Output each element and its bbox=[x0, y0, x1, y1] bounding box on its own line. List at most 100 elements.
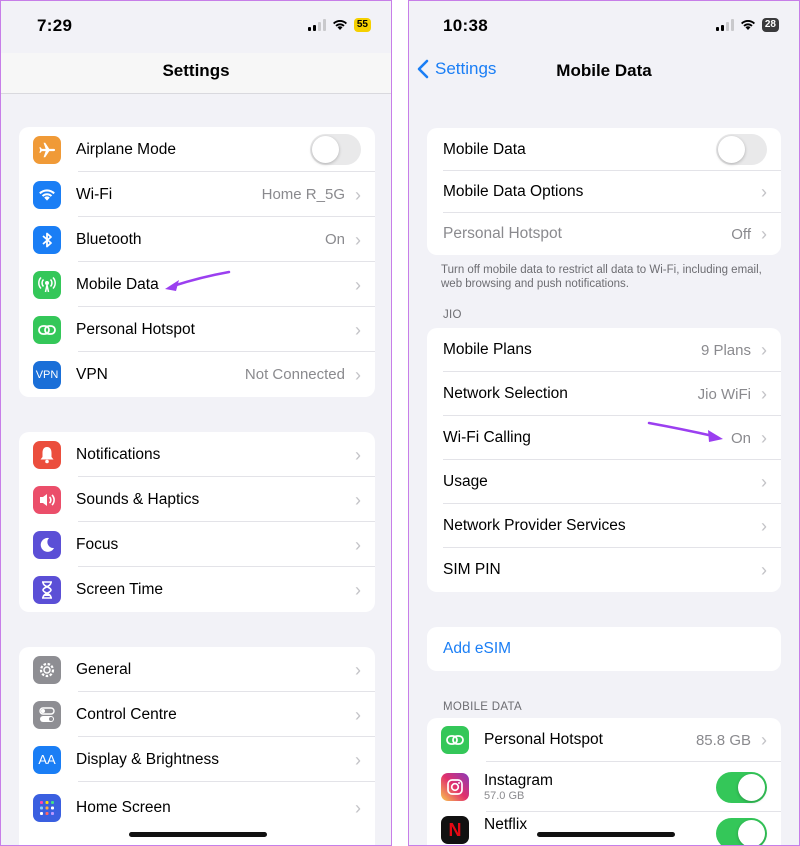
netflix-toggle[interactable] bbox=[716, 818, 767, 845]
airplane-mode-row[interactable]: Airplane Mode bbox=[19, 127, 375, 172]
add-esim-group: Add eSIM bbox=[427, 627, 781, 671]
wifi-status-icon bbox=[332, 20, 347, 30]
row-label: VPN bbox=[76, 365, 108, 383]
chevron-right-icon: › bbox=[761, 384, 767, 404]
general-group: General › Control Centre › AA Display & … bbox=[19, 647, 375, 845]
control-centre-row[interactable]: Control Centre › bbox=[19, 692, 375, 737]
row-label: Notifications bbox=[76, 445, 161, 463]
network-value: Jio WiFi bbox=[697, 385, 751, 403]
row-label: General bbox=[76, 660, 132, 678]
back-label: Settings bbox=[435, 59, 497, 78]
focus-row[interactable]: Focus › bbox=[19, 522, 375, 567]
chevron-right-icon: › bbox=[761, 340, 767, 360]
row-label: Sounds & Haptics bbox=[76, 490, 200, 508]
row-label: Airplane Mode bbox=[76, 140, 176, 158]
chevron-right-icon: › bbox=[355, 274, 361, 295]
display-brightness-row[interactable]: AA Display & Brightness › bbox=[19, 737, 375, 782]
hotspot-icon bbox=[33, 315, 61, 344]
text-size-icon: AA bbox=[33, 745, 61, 774]
nav-bar: Settings bbox=[1, 53, 391, 94]
add-esim-button[interactable]: Add eSIM bbox=[427, 627, 781, 671]
row-label: Focus bbox=[76, 535, 119, 553]
mobile-data-group: Mobile Data Mobile Data Options › Person… bbox=[427, 128, 781, 255]
wifi-calling-row[interactable]: Wi-Fi Calling On › bbox=[427, 416, 781, 460]
chevron-left-icon bbox=[417, 59, 429, 79]
wifi-value: Home R_5G bbox=[261, 186, 345, 203]
wifi-icon bbox=[33, 180, 61, 209]
app-row-instagram[interactable]: Instagram 57.0 GB bbox=[427, 762, 781, 812]
airplane-mode-toggle[interactable] bbox=[310, 134, 361, 165]
signal-icon bbox=[715, 19, 734, 31]
row-label: Bluetooth bbox=[76, 230, 142, 248]
antenna-icon bbox=[33, 270, 61, 299]
chevron-right-icon: › bbox=[761, 560, 767, 580]
usage-row[interactable]: Usage › bbox=[427, 460, 781, 504]
personal-hotspot-row[interactable]: Personal Hotspot › bbox=[19, 307, 375, 352]
chevron-right-icon: › bbox=[355, 364, 361, 385]
status-time: 7:29 bbox=[37, 16, 73, 35]
annotation-arrow bbox=[647, 421, 723, 442]
instagram-toggle[interactable] bbox=[716, 771, 767, 803]
jio-group: Mobile Plans 9 Plans › Network Selection… bbox=[427, 328, 781, 592]
nav-bar: Mobile Data Settings bbox=[409, 53, 799, 93]
connectivity-group: Airplane Mode Wi-Fi Home R_5G › Bluetoot… bbox=[19, 127, 375, 397]
airplane-icon bbox=[33, 135, 61, 164]
hotspot-icon bbox=[441, 726, 469, 754]
row-label: Instagram bbox=[484, 772, 553, 789]
home-screen-row[interactable]: Home Screen › bbox=[19, 782, 375, 834]
app-row-netflix[interactable]: N Netflix bbox=[427, 812, 781, 845]
bell-icon bbox=[33, 440, 61, 469]
wifi-calling-value: On bbox=[730, 429, 751, 447]
sounds-haptics-row[interactable]: Sounds & Haptics › bbox=[19, 477, 375, 522]
app-row-personal-hotspot[interactable]: Personal Hotspot 85.8 GB › bbox=[427, 718, 781, 762]
screen-time-row[interactable]: Screen Time › bbox=[19, 567, 375, 612]
notifications-row[interactable]: Notifications › bbox=[19, 432, 375, 477]
battery-indicator: 55 bbox=[353, 18, 371, 32]
row-label: Network Provider Services bbox=[443, 517, 626, 534]
plans-value: 9 Plans bbox=[700, 341, 751, 359]
home-indicator bbox=[537, 832, 675, 837]
gear-icon bbox=[33, 655, 61, 684]
bluetooth-icon bbox=[33, 225, 61, 254]
sim-pin-row[interactable]: SIM PIN › bbox=[427, 548, 781, 592]
mobile-data-section-header: MOBILE DATA bbox=[443, 701, 522, 713]
mobile-data-options-row[interactable]: Mobile Data Options › bbox=[427, 171, 781, 213]
row-label: Screen Time bbox=[76, 580, 164, 598]
network-selection-row[interactable]: Network Selection Jio WiFi › bbox=[427, 372, 781, 416]
chevron-right-icon: › bbox=[355, 704, 361, 725]
status-time: 10:38 bbox=[443, 16, 488, 35]
annotation-arrow bbox=[165, 270, 231, 291]
general-row[interactable]: General › bbox=[19, 647, 375, 692]
chevron-right-icon: › bbox=[355, 444, 361, 465]
status-icons: 55 bbox=[307, 18, 371, 32]
row-label: Control Centre bbox=[76, 705, 177, 723]
back-button[interactable]: Settings bbox=[417, 59, 496, 79]
row-label: Display & Brightness bbox=[76, 750, 220, 768]
mobile-plans-row[interactable]: Mobile Plans 9 Plans › bbox=[427, 328, 781, 372]
row-label: Mobile Plans bbox=[443, 341, 532, 358]
mobile-data-toggle[interactable] bbox=[716, 134, 767, 165]
mobile-data-row[interactable]: Mobile Data bbox=[427, 128, 781, 171]
chevron-right-icon: › bbox=[355, 229, 361, 250]
chevron-right-icon: › bbox=[761, 516, 767, 536]
chevron-right-icon: › bbox=[355, 579, 361, 600]
chevron-right-icon: › bbox=[355, 798, 361, 818]
bluetooth-row[interactable]: Bluetooth On › bbox=[19, 217, 375, 262]
chevron-right-icon: › bbox=[761, 472, 767, 492]
page-title: Settings bbox=[162, 61, 230, 80]
bluetooth-value: On bbox=[324, 231, 345, 248]
app-text: Instagram 57.0 GB bbox=[484, 772, 716, 802]
row-label: SIM PIN bbox=[443, 561, 501, 578]
chevron-right-icon: › bbox=[761, 428, 767, 448]
battery-indicator: 28 bbox=[761, 18, 779, 32]
chevron-right-icon: › bbox=[355, 319, 361, 340]
home-indicator bbox=[129, 832, 267, 837]
wifi-status-icon bbox=[740, 20, 755, 30]
wifi-row[interactable]: Wi-Fi Home R_5G › bbox=[19, 172, 375, 217]
app-usage-group: Personal Hotspot 85.8 GB › Instagram 57.… bbox=[427, 718, 781, 845]
network-provider-services-row[interactable]: Network Provider Services › bbox=[427, 504, 781, 548]
mobile-data-footer: Turn off mobile data to restrict all dat… bbox=[441, 264, 762, 290]
personal-hotspot-row[interactable]: Personal Hotspot Off › bbox=[427, 213, 781, 255]
vpn-value: Not Connected bbox=[244, 366, 345, 383]
vpn-row[interactable]: VPN VPN Not Connected › bbox=[19, 352, 375, 397]
